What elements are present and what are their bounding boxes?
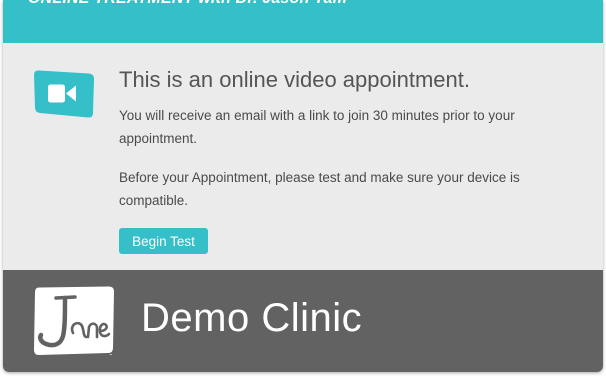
jane-logo: ™ [34,286,114,358]
clinic-footer: ™ Demo Clinic [3,270,603,372]
treatment-title: ONLINE TREATMENT with Dr. Jason Tam [28,0,347,8]
begin-test-button[interactable]: Begin Test [119,228,208,254]
clinic-name: Demo Clinic [141,296,363,340]
device-test-notice-text: Before your Appointment, please test and… [119,170,520,208]
appointment-info-section: This is an online video appointment. You… [3,43,603,270]
svg-text:™: ™ [109,353,113,358]
treatment-header: ONLINE TREATMENT with Dr. Jason Tam [3,0,603,43]
email-notice-text: You will receive an email with a link to… [119,108,515,146]
booking-confirmation-panel: ONLINE TREATMENT with Dr. Jason Tam This… [3,0,603,372]
appointment-title: This is an online video appointment. [119,67,470,92]
video-camera-icon [34,70,94,118]
